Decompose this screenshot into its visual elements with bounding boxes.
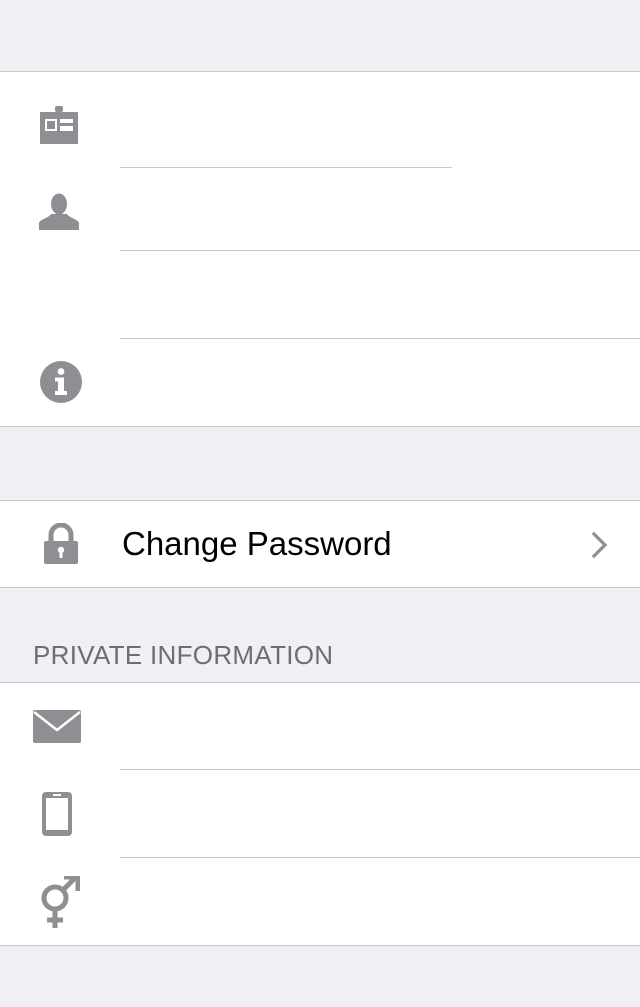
edit-profile-screen: Change Password PRIVATE INFORMATION xyxy=(0,0,640,1007)
separator xyxy=(120,769,640,770)
separator xyxy=(120,338,640,339)
info-icon xyxy=(40,361,82,403)
separator xyxy=(120,857,640,858)
change-password-row[interactable]: Change Password xyxy=(0,500,640,588)
gender-field[interactable] xyxy=(120,878,620,928)
profile-field-3-input[interactable] xyxy=(120,270,620,320)
phone-field[interactable] xyxy=(120,789,620,839)
profile-fields-group xyxy=(0,71,640,427)
envelope-icon xyxy=(33,710,81,743)
gender-icon xyxy=(41,876,80,928)
private-information-header: PRIVATE INFORMATION xyxy=(33,640,334,670)
change-password-label: Change Password xyxy=(122,525,392,562)
id-card-icon xyxy=(40,106,78,144)
separator xyxy=(120,250,640,251)
profile-field-2-input[interactable] xyxy=(120,187,620,237)
chevron-right-icon xyxy=(591,531,608,559)
separator xyxy=(120,167,452,168)
private-info-group xyxy=(0,682,640,946)
lock-icon xyxy=(44,523,78,564)
person-icon xyxy=(39,193,79,230)
profile-field-1-input[interactable] xyxy=(120,102,620,152)
phone-icon xyxy=(42,792,72,836)
email-field[interactable] xyxy=(120,702,620,752)
profile-field-4-input[interactable] xyxy=(120,357,620,407)
